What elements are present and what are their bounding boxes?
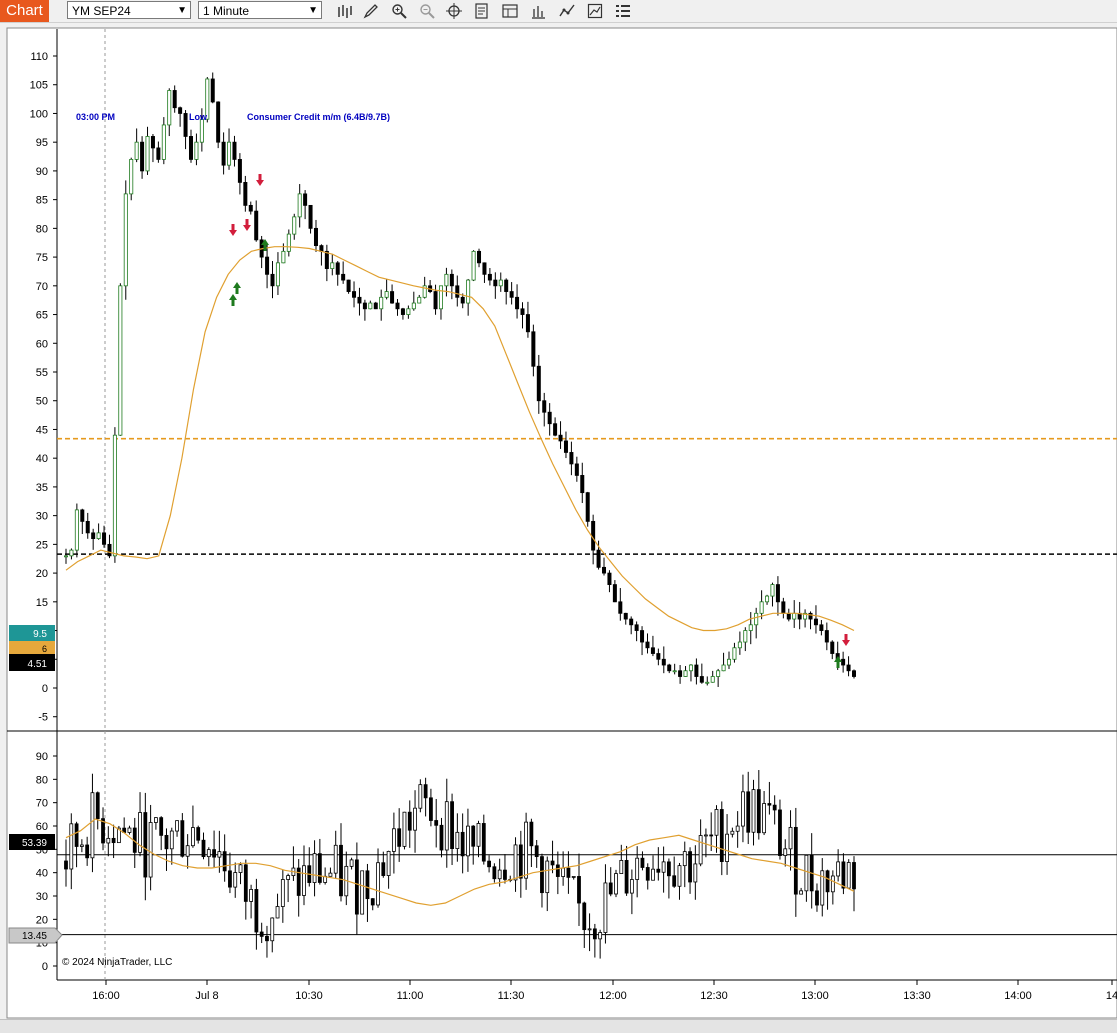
y-tick-label: 100: [30, 108, 48, 120]
indicator-candle: [524, 812, 529, 890]
y-tick-label: 85: [36, 195, 48, 207]
indicator-candle: [418, 779, 423, 813]
y-tick-label: 55: [36, 367, 48, 379]
y-tick-label: 15: [36, 597, 48, 609]
price-candle: [216, 101, 221, 149]
price-candle: [129, 157, 134, 201]
y-tick-label: 0: [42, 961, 48, 973]
y-tick-label: 45: [36, 424, 48, 436]
status-bar: [0, 1019, 1117, 1033]
y-tick-label: 20: [36, 568, 48, 580]
y-tick-label: 40: [36, 453, 48, 465]
y-tick-label: 105: [30, 80, 48, 92]
x-tick-label: 16:00: [92, 990, 120, 1002]
y-tick-label: 90: [36, 166, 48, 178]
copyright-text: © 2024 NinjaTrader, LLC: [62, 957, 172, 968]
y-tick-label: 0: [42, 683, 48, 695]
chart-canvas[interactable]: 1101051009590858075706560555045403530252…: [0, 0, 1117, 1032]
price-candle: [118, 283, 123, 436]
y-tick-label: 30: [36, 511, 48, 523]
price-marker-teal: [9, 625, 55, 641]
y-tick-label: 95: [36, 137, 48, 149]
x-tick-label: 14: [1106, 990, 1117, 1002]
x-tick-label: 11:00: [397, 990, 424, 1002]
y-tick-label: 40: [36, 868, 48, 880]
x-tick-label: 12:00: [599, 990, 627, 1002]
price-marker-orange-label: 6: [42, 644, 47, 654]
y-tick-label: 65: [36, 310, 48, 322]
price-marker-last-label: 4.51: [28, 659, 48, 670]
indicator-candle: [614, 869, 618, 898]
y-tick-label: 60: [36, 821, 48, 833]
time-annotation: 03:00 PM: [76, 112, 115, 122]
x-tick-label: Jul 8: [195, 990, 218, 1002]
y-tick-label: 90: [36, 751, 48, 763]
y-tick-label: 20: [36, 914, 48, 926]
price-candle: [373, 301, 378, 310]
indicator-candle: [402, 811, 407, 850]
price-marker-teal-label: 9.5: [33, 629, 47, 640]
y-tick-label: 70: [36, 798, 48, 810]
x-tick-label: 14:00: [1004, 990, 1032, 1002]
y-tick-label: 25: [36, 539, 48, 551]
y-tick-label: 80: [36, 223, 48, 235]
news-event-annotation: Consumer Credit m/m (6.4B/9.7B): [247, 112, 390, 122]
x-tick-label: 12:30: [700, 990, 728, 1002]
x-tick-label: 13:00: [801, 990, 829, 1002]
price-candle: [74, 503, 79, 558]
y-tick-label: 70: [36, 281, 48, 293]
price-candle: [123, 180, 128, 300]
price-marker-orange: [9, 641, 55, 654]
y-tick-label: 60: [36, 338, 48, 350]
y-tick-label: -5: [38, 712, 48, 724]
indicator-marker-line-label: 13.45: [22, 931, 47, 942]
price-candle: [346, 279, 351, 294]
impact-annotation: Low: [189, 112, 208, 122]
y-tick-label: 80: [36, 774, 48, 786]
price-candle: [112, 427, 117, 563]
price-candle: [585, 491, 590, 527]
indicator-candle: [360, 870, 365, 915]
indicator-candle: [846, 859, 851, 889]
y-tick-label: 75: [36, 252, 48, 264]
indicator-marker-value-label: 53.39: [22, 838, 47, 849]
y-tick-label: 50: [36, 396, 48, 408]
x-tick-label: 10:30: [295, 990, 323, 1002]
y-tick-label: 35: [36, 482, 48, 494]
y-tick-label: 110: [30, 51, 48, 63]
price-candle: [471, 250, 476, 282]
y-tick-label: 30: [36, 891, 48, 903]
x-tick-label: 13:30: [903, 990, 931, 1002]
x-tick-label: 11:30: [498, 990, 525, 1002]
